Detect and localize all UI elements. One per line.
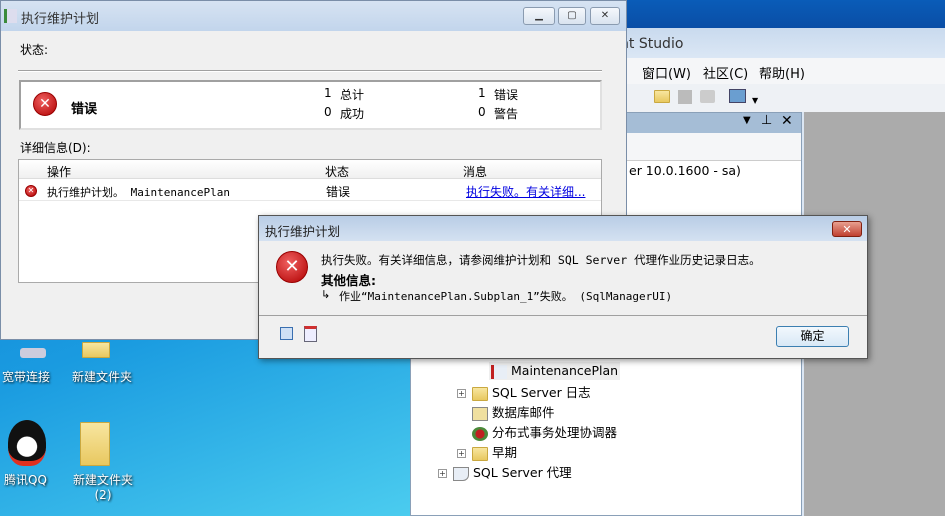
desktop-icon-label: 新建文件夹 bbox=[72, 370, 133, 384]
tree-item-label: 分布式事务处理协调器 bbox=[492, 425, 618, 440]
tree-item-sql-agent[interactable]: + SQL Server 代理 bbox=[438, 462, 572, 481]
dialog-title: 执行维护计划 bbox=[259, 216, 867, 241]
summary-panel: ✕ 错误 1 总计 0 成功 1 错误 0 警告 bbox=[19, 80, 602, 130]
show-details-icon[interactable] bbox=[304, 326, 317, 342]
divider bbox=[18, 70, 602, 72]
dialog-message: 执行失败。有关详细信息，请参阅维护计划和 SQL Server 代理作业历史记录… bbox=[321, 253, 761, 267]
folder-icon bbox=[472, 446, 488, 461]
agent-icon bbox=[453, 466, 469, 481]
save-icon[interactable] bbox=[678, 90, 692, 104]
tree-item-label: 数据库邮件 bbox=[492, 405, 555, 420]
divider bbox=[259, 315, 867, 316]
error-icon: ✕ bbox=[25, 185, 37, 197]
folder-icon bbox=[82, 342, 110, 358]
tree-item-maintenanceplan[interactable]: MaintenancePlan bbox=[489, 362, 621, 380]
copy-icon[interactable] bbox=[280, 327, 293, 340]
error-icon: ✕ bbox=[33, 92, 57, 116]
close-icon[interactable]: ✕ bbox=[781, 113, 793, 129]
error-icon: ✕ bbox=[276, 251, 308, 283]
print-icon[interactable] bbox=[700, 90, 715, 103]
mail-icon bbox=[472, 406, 488, 421]
toolbar-overflow-icon[interactable]: ▼ bbox=[752, 96, 758, 105]
desktop-icon-label: 新建文件夹 (2) bbox=[72, 473, 133, 502]
window-app-icon bbox=[4, 9, 17, 23]
desktop-top-strip bbox=[600, 0, 945, 28]
menu-help[interactable]: 帮助(H) bbox=[759, 63, 805, 82]
desktop-icon-folder-2[interactable]: 新建文件夹 (2) bbox=[70, 418, 136, 508]
arrow-icon: ↳ bbox=[321, 288, 331, 301]
expand-icon[interactable]: + bbox=[457, 389, 466, 398]
activity-monitor-icon[interactable] bbox=[729, 89, 746, 103]
tree-item-dtc[interactable]: 分布式事务处理协调器 bbox=[472, 422, 617, 441]
menu-window[interactable]: 窗口(W) bbox=[642, 63, 691, 82]
table-row[interactable]: ✕ 执行维护计划。 MaintenancePlan 错误 执行失败。有关详细..… bbox=[19, 180, 601, 201]
tree-item-database-mail[interactable]: 数据库邮件 bbox=[472, 402, 555, 421]
more-info-label: 其他信息: bbox=[321, 273, 376, 288]
desktop-icon-label: 腾讯QQ bbox=[4, 473, 47, 487]
ok-button[interactable]: 确定 bbox=[776, 326, 849, 347]
row-status: 错误 bbox=[326, 185, 351, 199]
maintenance-plan-icon bbox=[491, 364, 507, 379]
result-text: 错误 bbox=[71, 102, 98, 117]
desktop-icon-label: 宽带连接 bbox=[2, 370, 51, 384]
maximize-button[interactable]: ▢ bbox=[558, 7, 586, 25]
row-message-link[interactable]: 执行失败。有关详细... bbox=[466, 183, 585, 200]
desktop-icon-qq[interactable]: 腾讯QQ bbox=[0, 418, 56, 493]
tree-item-label: MaintenancePlan bbox=[511, 363, 619, 378]
folder-icon bbox=[472, 386, 488, 401]
column-header-action[interactable]: 操作 bbox=[47, 163, 71, 180]
pin-icon[interactable]: ⊥ bbox=[761, 113, 772, 128]
tree-item-label: SQL Server 日志 bbox=[492, 385, 591, 400]
dtc-icon bbox=[472, 426, 488, 441]
tree-item-label: 早期 bbox=[492, 445, 518, 460]
tree-item-label: SQL Server 代理 bbox=[473, 465, 572, 480]
dropdown-icon[interactable]: ▼ bbox=[743, 115, 751, 126]
expand-icon[interactable]: + bbox=[438, 469, 447, 478]
total-count: 1 bbox=[324, 86, 332, 100]
grid-header: 操作 状态 消息 bbox=[19, 160, 601, 179]
network-icon bbox=[20, 348, 46, 358]
close-button[interactable]: ✕ bbox=[590, 7, 620, 25]
column-header-message[interactable]: 消息 bbox=[463, 163, 487, 180]
warning-count: 0 bbox=[478, 105, 486, 119]
error-count: 1 bbox=[478, 86, 486, 100]
open-icon[interactable] bbox=[654, 90, 670, 103]
total-label: 总计 bbox=[340, 88, 365, 102]
error-label: 错误 bbox=[494, 88, 519, 102]
minimize-button[interactable]: ▁ bbox=[523, 7, 555, 25]
success-count: 0 bbox=[324, 105, 332, 119]
desktop-icon-broadband[interactable]: 宽带连接 bbox=[0, 342, 56, 387]
server-node-label[interactable]: er 10.0.1600 - sa) bbox=[629, 163, 741, 178]
column-header-status[interactable]: 状态 bbox=[325, 163, 349, 180]
expand-icon[interactable]: + bbox=[457, 449, 466, 458]
warning-label: 警告 bbox=[494, 107, 519, 121]
tree-item-sql-server-log[interactable]: + SQL Server 日志 bbox=[457, 382, 591, 401]
row-action: 执行维护计划。 MaintenancePlan bbox=[47, 186, 230, 199]
details-label: 详细信息(D): bbox=[20, 141, 91, 155]
dialog-close-button[interactable]: ✕ bbox=[832, 221, 862, 237]
menu-community[interactable]: 社区(C) bbox=[703, 63, 748, 82]
tree-item-legacy[interactable]: + 早期 bbox=[457, 442, 517, 461]
folder-icon bbox=[80, 422, 110, 466]
error-dialog: 执行维护计划 ✕ ✕ 执行失败。有关详细信息，请参阅维护计划和 SQL Serv… bbox=[258, 215, 868, 359]
status-label: 状态: bbox=[20, 43, 49, 57]
success-label: 成功 bbox=[340, 107, 365, 121]
dialog-detail: 作业“MaintenancePlan.Subplan_1”失败。 (SqlMan… bbox=[339, 290, 673, 303]
qq-penguin-icon bbox=[8, 420, 46, 466]
desktop-icon-folder[interactable]: 新建文件夹 bbox=[70, 342, 136, 387]
